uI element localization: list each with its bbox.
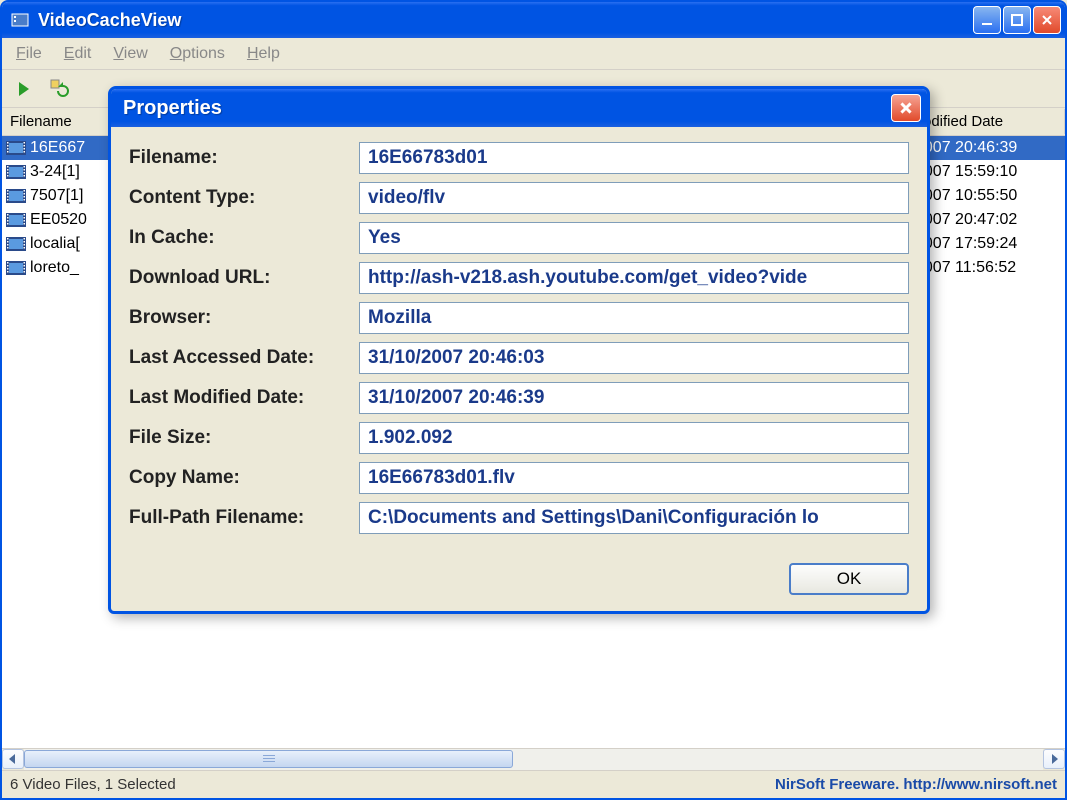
film-icon: [6, 141, 26, 155]
properties-dialog: Properties Filename: 16E66783d01 Content…: [108, 86, 930, 614]
main-titlebar: VideoCacheView: [2, 2, 1065, 38]
dialog-close-button[interactable]: [891, 94, 921, 122]
prop-browser-value[interactable]: Mozilla: [359, 302, 909, 334]
menubar: File Edit View Options Help: [2, 38, 1065, 70]
prop-contenttype-label: Content Type:: [129, 187, 359, 209]
cell-modified: 2007 20:46:39: [915, 139, 1065, 157]
scroll-left-button[interactable]: [2, 749, 24, 769]
film-icon: [6, 213, 26, 227]
col-modified[interactable]: odified Date: [915, 109, 1065, 134]
scroll-thumb[interactable]: [24, 750, 513, 768]
minimize-button[interactable]: [973, 6, 1001, 34]
cell-modified: 2007 11:56:52: [915, 259, 1065, 277]
film-icon: [6, 189, 26, 203]
film-icon: [6, 237, 26, 251]
prop-filesize-value[interactable]: 1.902.092: [359, 422, 909, 454]
prop-browser-label: Browser:: [129, 307, 359, 329]
cell-modified: 2007 10:55:50: [915, 187, 1065, 205]
prop-incache-value[interactable]: Yes: [359, 222, 909, 254]
scroll-right-button[interactable]: [1043, 749, 1065, 769]
prop-fullpath-value[interactable]: C:\Documents and Settings\Dani\Configura…: [359, 502, 909, 534]
prop-contenttype-value[interactable]: video/flv: [359, 182, 909, 214]
prop-url-value[interactable]: http://ash-v218.ash.youtube.com/get_vide…: [359, 262, 909, 294]
close-button[interactable]: [1033, 6, 1061, 34]
ok-button[interactable]: OK: [789, 563, 909, 595]
prop-incache-label: In Cache:: [129, 227, 359, 249]
prop-modified-label: Last Modified Date:: [129, 387, 359, 409]
cell-modified: 2007 17:59:24: [915, 235, 1065, 253]
prop-url-label: Download URL:: [129, 267, 359, 289]
menu-edit[interactable]: Edit: [54, 41, 102, 67]
app-icon: [10, 10, 30, 30]
menu-file[interactable]: File: [6, 41, 52, 67]
status-credits: NirSoft Freeware. http://www.nirsoft.net: [775, 776, 1057, 793]
horizontal-scrollbar: [2, 748, 1065, 770]
refresh-button[interactable]: [46, 75, 74, 103]
prop-filename-label: Filename:: [129, 147, 359, 169]
cell-modified: 2007 20:47:02: [915, 211, 1065, 229]
prop-modified-value[interactable]: 31/10/2007 20:46:39: [359, 382, 909, 414]
dialog-title: Properties: [123, 97, 891, 120]
prop-copyname-value[interactable]: 16E66783d01.flv: [359, 462, 909, 494]
app-title: VideoCacheView: [38, 10, 973, 31]
menu-view[interactable]: View: [103, 41, 157, 67]
film-icon: [6, 261, 26, 275]
cell-modified: 2007 15:59:10: [915, 163, 1065, 181]
scroll-track[interactable]: [24, 749, 1043, 770]
prop-accessed-label: Last Accessed Date:: [129, 347, 359, 369]
prop-accessed-value[interactable]: 31/10/2007 20:46:03: [359, 342, 909, 374]
menu-options[interactable]: Options: [160, 41, 235, 67]
dialog-titlebar[interactable]: Properties: [111, 89, 927, 127]
prop-fullpath-label: Full-Path Filename:: [129, 507, 359, 529]
play-button[interactable]: [10, 75, 38, 103]
statusbar: 6 Video Files, 1 Selected NirSoft Freewa…: [2, 770, 1065, 798]
status-text: 6 Video Files, 1 Selected: [10, 776, 775, 793]
prop-copyname-label: Copy Name:: [129, 467, 359, 489]
prop-filename-value[interactable]: 16E66783d01: [359, 142, 909, 174]
prop-filesize-label: File Size:: [129, 427, 359, 449]
film-icon: [6, 165, 26, 179]
maximize-button[interactable]: [1003, 6, 1031, 34]
dialog-body: Filename: 16E66783d01 Content Type: vide…: [111, 127, 927, 555]
menu-help[interactable]: Help: [237, 41, 290, 67]
